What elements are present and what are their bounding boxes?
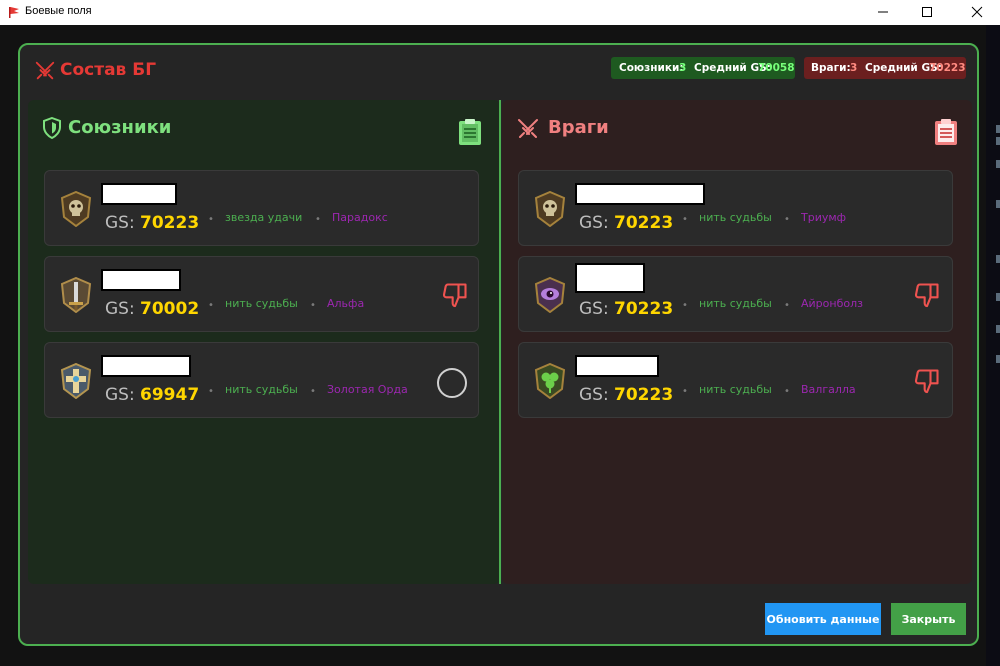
separator-dot: •: [784, 386, 790, 397]
player-name-redacted: [101, 355, 191, 377]
gs-value: 70002: [140, 299, 200, 319]
enemy-card: GS: 70223 • нить судьбы • Айронболз: [518, 256, 953, 332]
circle-icon[interactable]: [436, 367, 468, 399]
separator-dot: •: [208, 386, 214, 397]
allies-summary-badge: Союзники: 3 Средний GS: 70058: [611, 57, 795, 79]
gs-value: 70223: [614, 385, 674, 405]
enemies-avg-value: 70223: [929, 62, 966, 74]
guild-name: Триумф: [801, 211, 847, 224]
player-name-redacted: [575, 355, 659, 377]
window-titlebar: Боевые поля: [0, 0, 1000, 25]
shield-icon: [43, 117, 61, 139]
cross-emblem-icon: [60, 363, 92, 399]
thumbs-down-icon[interactable]: [913, 367, 941, 395]
thumbs-down-icon[interactable]: [441, 281, 469, 309]
minimize-button[interactable]: [860, 0, 906, 25]
gs-label: GS:: [579, 213, 609, 233]
desktop-edge: [986, 25, 1000, 666]
enemies-title: Враги: [548, 117, 609, 138]
guild-name: Парадокс: [332, 211, 388, 224]
allies-title: Союзники: [68, 117, 172, 138]
guild-name: Айронболз: [801, 297, 863, 310]
close-button[interactable]: Закрыть: [891, 603, 966, 635]
ally-card: GS: 70223 • звезда удачи • Парадокс: [44, 170, 479, 246]
dialog-title: Состав БГ: [60, 60, 157, 80]
guild-name: Золотая Орда: [327, 383, 408, 396]
copy-enemies-clipboard-icon[interactable]: [934, 118, 958, 146]
gs-label: GS:: [105, 385, 135, 405]
separator-dot: •: [682, 300, 688, 311]
crossed-swords-icon: [35, 61, 55, 80]
gs-value: 70223: [614, 299, 674, 319]
separator-dot: •: [682, 386, 688, 397]
guild-name: Валгалла: [801, 383, 856, 396]
separator-dot: •: [784, 300, 790, 311]
guild-name: Альфа: [327, 297, 365, 310]
clover-emblem-icon: [534, 363, 566, 399]
ally-card: GS: 69947 • нить судьбы • Золотая Орда: [44, 342, 479, 418]
enemy-card: GS: 70223 • нить судьбы • Валгалла: [518, 342, 953, 418]
player-name-redacted: [101, 269, 181, 291]
separator-dot: •: [208, 214, 214, 225]
gs-label: GS:: [105, 299, 135, 319]
minimize-icon: [878, 11, 888, 13]
refresh-data-button[interactable]: Обновить данные: [765, 603, 881, 635]
realm-name: нить судьбы: [699, 211, 772, 224]
gs-value: 70223: [614, 213, 674, 233]
sword-emblem-icon: [60, 277, 92, 313]
separator-dot: •: [208, 300, 214, 311]
player-name-redacted: [575, 263, 645, 293]
skull-emblem-icon: [60, 191, 92, 227]
ally-card: GS: 70002 • нить судьбы • Альфа: [44, 256, 479, 332]
realm-name: звезда удачи: [225, 211, 303, 224]
gs-label: GS:: [579, 299, 609, 319]
separator-dot: •: [784, 214, 790, 225]
bg-composition-dialog: Состав БГ Союзники: 3 Средний GS: 70058 …: [18, 43, 979, 646]
gs-label: GS:: [579, 385, 609, 405]
panel-divider: [499, 100, 501, 584]
enemies-panel: Враги GS: 70223 • нить судьбы • Триумф G…: [502, 100, 972, 584]
app-flag-icon: [9, 7, 19, 18]
skull-emblem-icon: [534, 191, 566, 227]
crossed-swords-icon: [518, 119, 538, 138]
separator-dot: •: [315, 214, 321, 225]
allies-panel: Союзники GS: 70223 • звезда удачи • Пара…: [28, 100, 500, 584]
realm-name: нить судьбы: [699, 383, 772, 396]
realm-name: нить судьбы: [225, 383, 298, 396]
gs-value: 69947: [140, 385, 200, 405]
close-icon: [971, 6, 983, 18]
gs-value: 70223: [140, 213, 200, 233]
realm-name: нить судьбы: [225, 297, 298, 310]
separator-dot: •: [682, 214, 688, 225]
enemies-count: 3: [850, 62, 858, 74]
allies-count: 3: [679, 62, 687, 74]
eye-emblem-icon: [534, 277, 566, 313]
maximize-icon: [922, 7, 932, 17]
window-title: Боевые поля: [25, 5, 92, 17]
player-name-redacted: [575, 183, 705, 205]
enemies-count-label: Враги:: [811, 62, 851, 74]
enemies-summary-badge: Враги: 3 Средний GS: 70223: [804, 57, 966, 79]
copy-allies-clipboard-icon[interactable]: [458, 118, 482, 146]
allies-count-label: Союзники:: [619, 62, 684, 74]
maximize-button[interactable]: [906, 0, 952, 25]
separator-dot: •: [310, 386, 316, 397]
gs-label: GS:: [105, 213, 135, 233]
allies-avg-value: 70058: [758, 62, 795, 74]
separator-dot: •: [310, 300, 316, 311]
enemy-card: GS: 70223 • нить судьбы • Триумф: [518, 170, 953, 246]
realm-name: нить судьбы: [699, 297, 772, 310]
player-name-redacted: [101, 183, 177, 205]
close-window-button[interactable]: [954, 0, 1000, 25]
thumbs-down-icon[interactable]: [913, 281, 941, 309]
